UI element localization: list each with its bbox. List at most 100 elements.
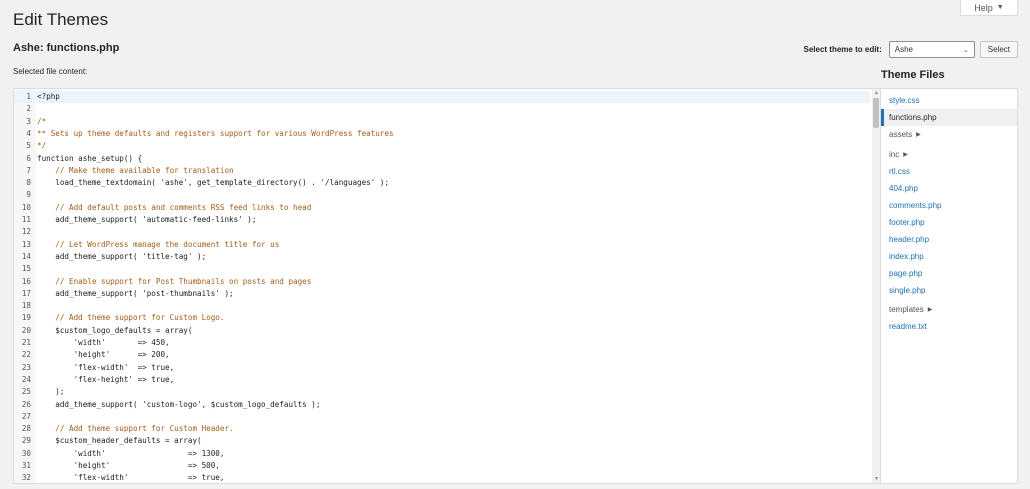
code-line[interactable]: 30 'width' => 1300, [14,448,870,460]
theme-file-item[interactable]: footer.php [881,214,1017,231]
select-theme-button[interactable]: Select [979,41,1018,58]
theme-file-item[interactable]: header.php [881,231,1017,248]
code-line[interactable]: 23 'flex-width' => true, [14,362,870,374]
code-text: 'width' => 450, [37,338,170,347]
file-item-label: readme.txt [889,322,927,331]
theme-file-item[interactable]: index.php [881,248,1017,265]
expand-arrow-icon[interactable]: ▶ [916,131,921,138]
scroll-down-icon[interactable]: ▼ [874,476,879,482]
expand-arrow-icon[interactable]: ▶ [928,306,933,313]
theme-file-item[interactable]: readme.txt [881,318,1017,335]
theme-select-row: Select theme to edit: Ashe ⌄ Select [804,41,1018,58]
theme-file-item[interactable]: page.php [881,265,1017,282]
theme-file-item[interactable]: 404.php [881,180,1017,197]
theme-folder-item[interactable]: inc ▶ [881,146,1017,163]
theme-folder-item[interactable]: assets ▶ [881,126,1017,143]
code-line[interactable]: 5 */ [14,140,870,152]
code-line[interactable]: 28 // Add theme support for Custom Heade… [14,423,870,435]
code-text: ** Sets up theme defaults and registers … [37,128,394,138]
code-line[interactable]: 15 [14,263,870,275]
theme-file-item[interactable]: style.css [881,92,1017,109]
code-line[interactable]: 6 function ashe_setup() { [14,153,870,165]
file-item-label: assets [889,130,913,139]
scroll-up-icon[interactable]: ▲ [874,90,879,96]
code-editor[interactable]: ▲ ▼ 1 <?php 2 3/* 4 ** Sets up theme defaults… [13,88,881,484]
code-line[interactable]: 29 $custom_header_defaults = array( [14,435,870,447]
code-line[interactable]: 17 add_theme_support( 'post-thumbnails' … [14,288,870,300]
theme-file-item[interactable]: single.php [881,282,1017,299]
line-number: 30 [21,448,31,458]
code-text: // Add theme support for Custom Logo. [37,313,225,323]
theme-folder-item[interactable]: templates ▶ [881,301,1017,318]
editor-scrollbar[interactable]: ▲ ▼ [872,89,880,483]
line-number: 26 [21,399,31,409]
line-number: 10 [21,202,31,212]
code-line[interactable]: 12 [14,226,870,238]
file-item-label: 404.php [889,184,918,193]
code-text: add_theme_support( 'title-tag' ); [37,251,207,261]
code-line[interactable]: 11 add_theme_support( 'automatic-feed-li… [14,214,870,226]
line-number: 17 [21,288,31,298]
code-line[interactable]: 8 load_theme_textdomain( 'ashe', get_tem… [14,177,870,189]
code-line[interactable]: 24 'flex-height' => true, [14,374,870,386]
line-number: 3 [26,116,31,126]
code-line[interactable]: 16 // Enable support for Post Thumbnails… [14,276,870,288]
code-line[interactable]: 25 ); [14,386,870,398]
code-text: add_theme_support( 'custom-logo', $custo… [37,399,321,409]
code-line[interactable]: 3 /* [14,116,870,128]
code-line[interactable]: 14 add_theme_support( 'title-tag' ); [14,251,870,263]
line-number: 28 [21,424,31,434]
code-line[interactable]: 32 'flex-width' => true, [14,472,870,483]
code-text: 'width' => 1300, [37,448,225,458]
code-text: load_theme_textdomain( 'ashe', get_templ… [37,178,390,188]
code-line[interactable]: 31 'height' => 500, [14,460,870,472]
help-tab[interactable]: Help ▼ [960,0,1018,16]
theme-file-item[interactable]: functions.php [881,109,1017,126]
code-line[interactable]: 20 $custom_logo_defaults = array( [14,325,870,337]
code-line[interactable]: 22 'height' => 200, [14,349,870,361]
line-number: 29 [21,436,31,446]
line-number: 25 [21,387,31,397]
line-number: 24 [21,374,31,384]
code-line[interactable]: 9 [14,189,870,201]
theme-file-item[interactable]: comments.php [881,197,1017,214]
code-text: 'flex-width' => true, [37,362,175,372]
code-line[interactable]: 7 // Make theme available for translatio… [14,165,870,177]
line-number: 5 [26,141,31,151]
expand-arrow-icon[interactable]: ▶ [903,151,908,158]
line-number: 18 [21,301,31,311]
chevron-down-icon: ⌄ [962,46,969,54]
code-line[interactable]: 10 // Add default posts and comments RSS… [14,202,870,214]
code-line[interactable]: 2 [14,103,870,115]
code-text: // Let WordPress manage the document tit… [37,239,280,249]
theme-file-item[interactable]: rtl.css [881,163,1017,180]
line-number: 23 [21,362,31,372]
theme-select-dropdown[interactable]: Ashe ⌄ [888,41,975,58]
line-number: 8 [26,178,31,188]
code-line[interactable]: 13 // Let WordPress manage the document … [14,239,870,251]
code-line[interactable]: 4 ** Sets up theme defaults and registers… [14,128,870,140]
code-text: $custom_header_defaults = array( [37,436,202,446]
line-number: 12 [21,227,31,237]
caret-down-icon: ▼ [996,4,1004,11]
code-text: // Make theme available for translation [37,165,234,175]
code-text: /* [37,116,47,126]
code-line[interactable]: 18 [14,300,870,312]
line-number: 16 [21,276,31,286]
code-line[interactable]: 19 // Add theme support for Custom Logo. [14,312,870,324]
code-line[interactable]: 21 'width' => 450, [14,337,870,349]
code-line[interactable]: 26 add_theme_support( 'custom-logo', $cu… [14,399,870,411]
file-item-label: footer.php [889,218,925,227]
line-number: 15 [21,264,31,274]
scrollbar-thumb[interactable] [873,98,879,128]
code-text: 'flex-width' => true, [37,473,225,483]
file-item-label: single.php [889,286,926,295]
code-line[interactable]: 1 <?php [14,91,870,104]
code-text: // Enable support for Post Thumbnails on… [37,276,312,286]
code-text: 'flex-height' => true, [37,374,175,384]
code-text: add_theme_support( 'post-thumbnails' ); [37,288,234,298]
theme-select-value: Ashe [894,45,913,54]
code-line[interactable]: 27 [14,411,870,423]
line-number: 11 [21,215,31,224]
code-text: $custom_logo_defaults = array( [37,325,193,335]
